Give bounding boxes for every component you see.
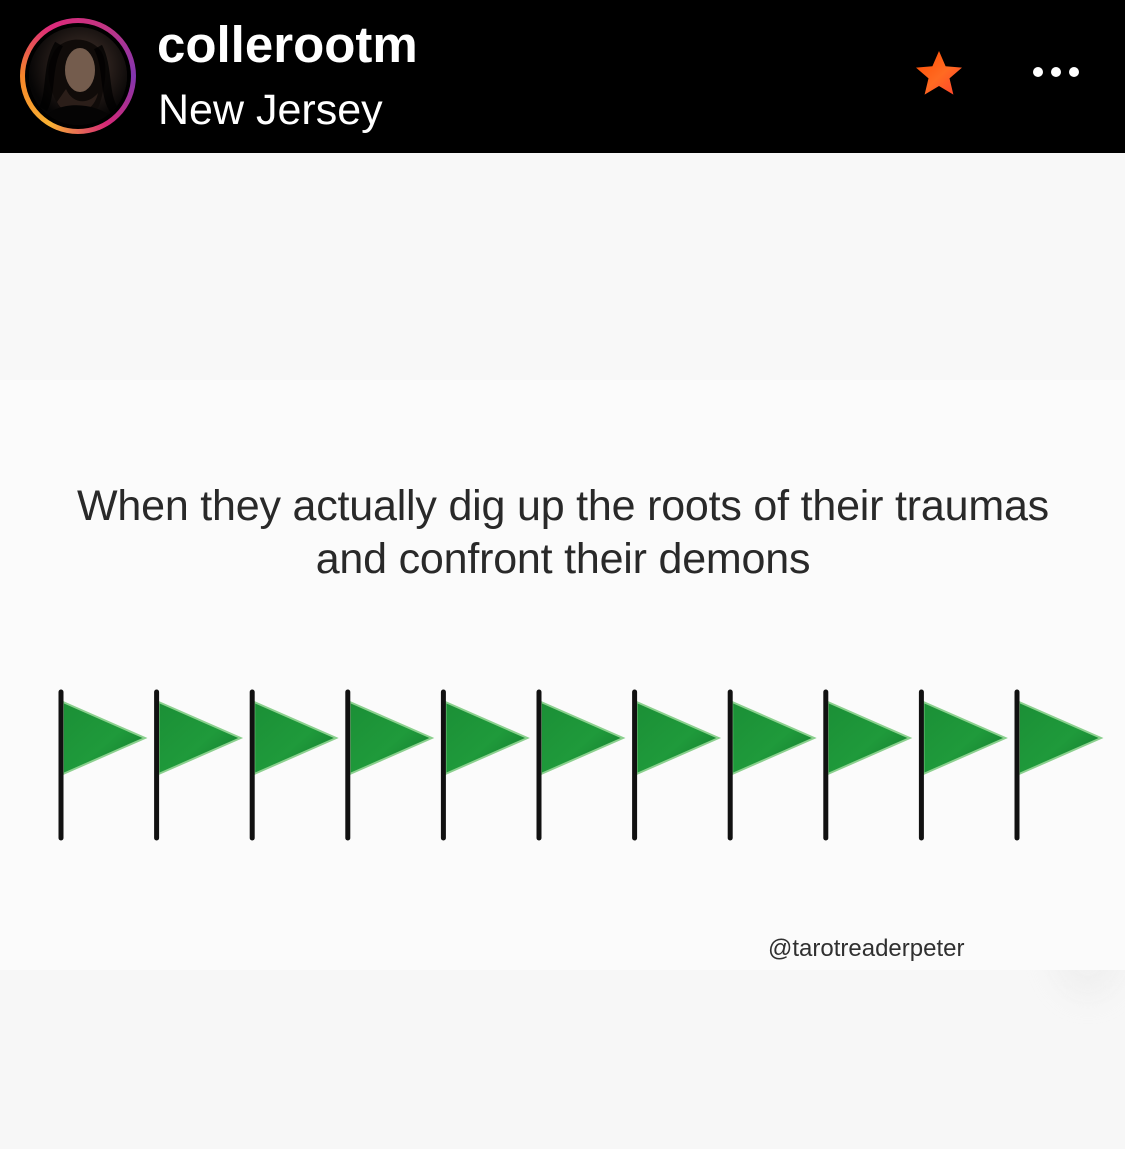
green-flag-icon bbox=[727, 689, 817, 841]
flag-cloth bbox=[253, 700, 339, 776]
flag-cloth bbox=[922, 700, 1008, 776]
story-avatar-ring[interactable] bbox=[20, 18, 136, 134]
flag-cloth bbox=[540, 700, 626, 776]
flag-cloth bbox=[157, 700, 244, 776]
green-flag-icon bbox=[154, 689, 244, 841]
location-link[interactable]: New Jersey bbox=[158, 83, 383, 137]
green-flag-icon bbox=[823, 689, 913, 841]
post-image[interactable]: When they actually dig up the roots of t… bbox=[0, 159, 1125, 1149]
green-flag-icon bbox=[632, 689, 722, 841]
flag-cloth bbox=[348, 700, 435, 776]
flag-cloth bbox=[444, 700, 530, 776]
avatar-photo bbox=[29, 27, 127, 125]
post-content: When they actually dig up the roots of t… bbox=[0, 153, 1125, 1149]
flag-cloth bbox=[731, 700, 817, 776]
flag-cloth bbox=[1018, 700, 1104, 776]
flag-cloth bbox=[635, 700, 722, 776]
watermark-handle: @tarotreaderpeter bbox=[768, 935, 965, 962]
instagram-post-screen: collerootm New Jersey When they actually bbox=[0, 0, 1125, 1149]
meme-caption: When they actually dig up the roots of t… bbox=[77, 482, 1049, 583]
green-flag-icon bbox=[536, 689, 626, 841]
green-flags-row bbox=[58, 689, 1104, 841]
avatar[interactable] bbox=[29, 27, 127, 125]
green-flag-icon bbox=[249, 689, 339, 841]
green-flag-icon bbox=[1014, 689, 1104, 841]
username-link[interactable]: collerootm bbox=[157, 14, 418, 76]
green-flag-icon bbox=[440, 689, 530, 841]
flag-cloth bbox=[826, 700, 913, 776]
star-icon[interactable] bbox=[913, 49, 965, 99]
green-flag-icon bbox=[58, 689, 148, 841]
green-flag-icon bbox=[918, 689, 1008, 841]
post-header: collerootm New Jersey bbox=[0, 0, 1125, 153]
meme-panel bbox=[0, 380, 1125, 970]
flag-cloth bbox=[62, 700, 148, 776]
ellipsis-icon[interactable] bbox=[1026, 55, 1086, 89]
green-flag-icon bbox=[345, 689, 435, 841]
